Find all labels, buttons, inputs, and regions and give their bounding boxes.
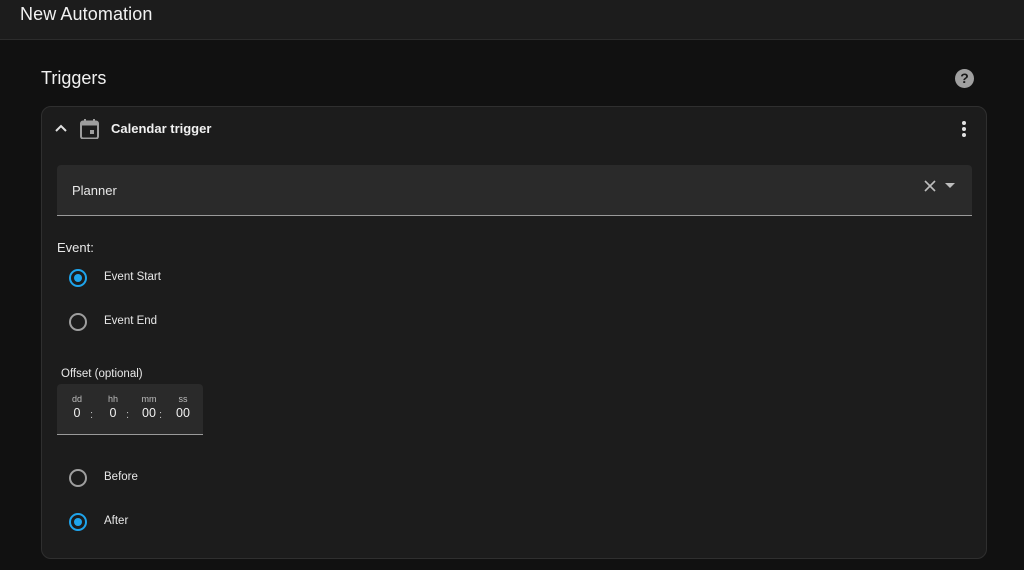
radio-button-checked[interactable] bbox=[69, 269, 87, 287]
radio-label: Event End bbox=[104, 315, 158, 327]
radio-label: Before bbox=[104, 471, 138, 483]
radio-event-end[interactable]: Event End bbox=[57, 306, 357, 338]
hours-unit: hh bbox=[107, 394, 118, 404]
page-title: New Automation bbox=[20, 4, 153, 24]
app-toolbar: New Automation bbox=[0, 0, 1024, 40]
minutes-unit: mm bbox=[141, 394, 157, 404]
chevron-up-icon[interactable] bbox=[54, 121, 68, 135]
offset-minutes-field[interactable]: mm 00 bbox=[139, 394, 159, 420]
minutes-value: 00 bbox=[142, 406, 156, 420]
radio-label: After bbox=[104, 515, 129, 527]
calendar-select[interactable]: Planner bbox=[57, 165, 972, 216]
offset-seconds-field[interactable]: ss 00 bbox=[173, 394, 193, 420]
seconds-value: 00 bbox=[176, 406, 190, 420]
offset-hours-field[interactable]: hh 0 bbox=[103, 394, 123, 420]
trigger-name: Calendar trigger bbox=[111, 121, 212, 136]
dots-vertical-icon[interactable] bbox=[956, 121, 972, 139]
offset-label: Offset (optional) bbox=[61, 368, 143, 380]
days-value: 0 bbox=[73, 406, 81, 420]
offset-duration-input: dd 0 : hh 0 : mm 00 : ss 00 bbox=[57, 384, 203, 435]
radio-button[interactable] bbox=[69, 313, 87, 331]
radio-button-checked[interactable] bbox=[69, 513, 87, 531]
separator: : bbox=[90, 409, 94, 421]
days-unit: dd bbox=[71, 394, 82, 404]
hours-value: 0 bbox=[109, 406, 117, 420]
radio-after[interactable]: After bbox=[57, 506, 357, 538]
offset-days-field[interactable]: dd 0 bbox=[67, 394, 87, 420]
seconds-unit: ss bbox=[178, 394, 188, 404]
radio-event-start[interactable]: Event Start bbox=[57, 262, 357, 294]
help-icon[interactable]: ? bbox=[955, 69, 974, 88]
calendar-icon bbox=[80, 119, 99, 139]
separator: : bbox=[159, 409, 163, 421]
radio-button[interactable] bbox=[69, 469, 87, 487]
radio-before[interactable]: Before bbox=[57, 462, 357, 494]
close-icon[interactable] bbox=[923, 179, 937, 193]
radio-label: Event Start bbox=[104, 271, 161, 283]
trigger-card-header[interactable]: Calendar trigger bbox=[42, 107, 986, 153]
calendar-select-value: Planner bbox=[72, 183, 117, 198]
triggers-heading: Triggers bbox=[41, 68, 107, 88]
event-label: Event: bbox=[57, 240, 94, 255]
separator: : bbox=[126, 409, 130, 421]
menu-down-icon[interactable] bbox=[945, 183, 955, 188]
trigger-card: Calendar trigger Planner Event: Event St… bbox=[41, 106, 987, 559]
